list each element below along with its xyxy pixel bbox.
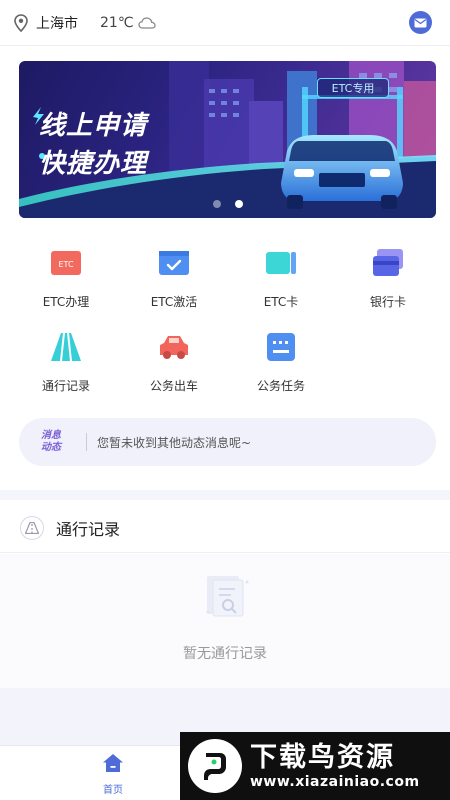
carousel-dot-1[interactable] <box>212 200 221 208</box>
mail-button[interactable] <box>409 11 432 34</box>
message-notice-bar[interactable]: 消息 动态 您暂未收到其他动态消息呢~ <box>19 418 436 466</box>
top-bar: 上海市 21℃ <box>0 0 450 46</box>
message-tag-line2: 动态 <box>41 442 61 453</box>
quick-action-etc-card[interactable]: ETC卡 <box>231 247 331 310</box>
etc-card-icon <box>266 252 296 274</box>
bank-card-icon <box>373 249 403 276</box>
watermark-text-block: 下载鸟资源 www.xiazainiao.com <box>250 742 420 790</box>
quick-action-label: 公务任务 <box>256 379 305 393</box>
promo-banner[interactable]: 线上申请 快捷办理 ETC专用 <box>19 61 436 218</box>
car-icon <box>160 336 188 359</box>
records-section-header[interactable]: 通行记录 <box>0 503 450 553</box>
quick-action-etc-activate[interactable]: ETC激活 <box>124 247 224 310</box>
message-tag-line1: 消息 <box>41 430 61 441</box>
notice-divider <box>86 433 87 451</box>
tab-home[interactable]: 首页 <box>90 753 136 796</box>
task-icon <box>267 333 295 361</box>
carousel-dot-2-active[interactable] <box>234 200 243 208</box>
quick-action-label: 公务出车 <box>149 379 198 393</box>
etc-activate-icon <box>159 251 189 275</box>
svg-text:ETC: ETC <box>58 260 73 269</box>
empty-document-icon <box>206 576 249 617</box>
watermark-url: www.xiazainiao.com <box>250 774 420 790</box>
etc-gantry-sign: ETC专用 <box>317 78 389 98</box>
site-watermark: 下载鸟资源 www.xiazainiao.com <box>180 732 450 800</box>
quick-action-label: ETC办理 <box>42 295 90 309</box>
mail-icon <box>414 18 427 27</box>
quick-action-toll-records[interactable]: 通行记录 <box>16 331 116 394</box>
banner-slogan-line2: 快捷办理 <box>39 149 148 179</box>
city-label[interactable]: 上海市 <box>36 13 78 33</box>
etc-card-red-icon: ETC <box>51 251 81 275</box>
location-pin-icon[interactable] <box>14 13 28 32</box>
records-section-title: 通行记录 <box>56 519 121 539</box>
quick-action-official-car[interactable]: 公务出车 <box>124 331 224 394</box>
banner-slogan-line1: 线上申请 <box>39 111 148 141</box>
quick-action-label: 通行记录 <box>41 379 90 393</box>
temperature-label: 21℃ <box>100 14 134 31</box>
home-icon <box>103 754 123 772</box>
quick-action-label: 银行卡 <box>369 295 406 309</box>
tab-home-label: 首页 <box>103 785 123 796</box>
records-empty-text: 暂无通行记录 <box>183 646 267 662</box>
carousel-indicator[interactable] <box>19 200 436 208</box>
cloud-icon <box>137 16 156 29</box>
message-tag: 消息 动态 <box>41 430 69 454</box>
quick-action-label: ETC激活 <box>150 295 198 309</box>
quick-action-label: ETC卡 <box>263 295 299 309</box>
watermark-title: 下载鸟资源 <box>250 742 395 773</box>
watermark-logo <box>188 739 242 793</box>
quick-action-etc-apply[interactable]: ETC ETC办理 <box>16 247 116 310</box>
bird-logo-icon <box>204 753 226 780</box>
quick-action-bank-card[interactable]: 银行卡 <box>338 247 438 310</box>
section-divider <box>0 490 450 500</box>
notice-text: 您暂未收到其他动态消息呢~ <box>97 435 252 450</box>
road-outline-icon <box>25 521 39 534</box>
road-icon <box>51 332 81 362</box>
road-badge <box>20 515 44 540</box>
quick-action-official-task[interactable]: 公务任务 <box>231 331 331 394</box>
